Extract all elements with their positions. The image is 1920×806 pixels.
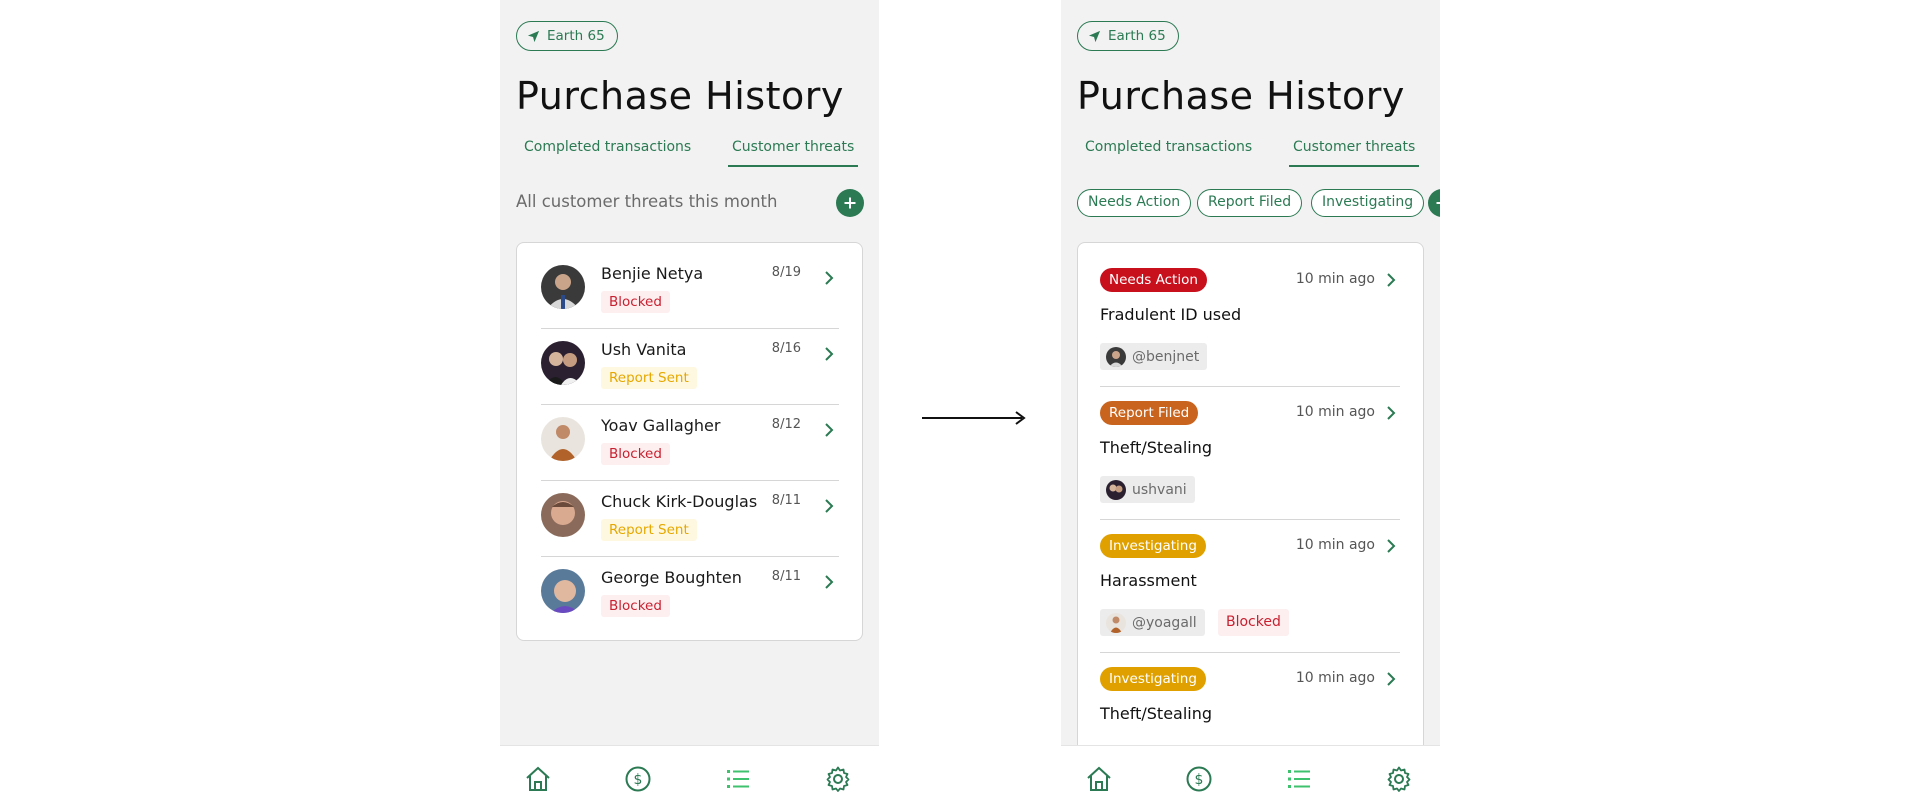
home-icon[interactable]	[524, 765, 552, 793]
incident-item[interactable]: Needs Action 10 min ago Fradulent ID use…	[1100, 243, 1400, 376]
tab-completed-transactions[interactable]: Completed transactions	[1085, 139, 1252, 165]
avatar	[1106, 612, 1126, 633]
incident-title: Harassment	[1100, 571, 1197, 590]
incident-title: Theft/Stealing	[1100, 704, 1213, 723]
incident-title: Fradulent ID used	[1100, 305, 1242, 324]
location-label: Earth 65	[547, 28, 605, 44]
status-badge: Report Filed	[1100, 401, 1199, 425]
incident-item[interactable]: Report Filed 10 min ago Theft/Stealing u…	[1100, 376, 1400, 509]
list-item[interactable]: George Boughten 8/11 Blocked	[541, 547, 839, 623]
username: @yoagall	[1132, 614, 1197, 631]
chevron-right-icon[interactable]	[1385, 272, 1397, 288]
avatar	[541, 265, 585, 309]
add-filter-button[interactable]	[1428, 189, 1440, 217]
page-title: Purchase History	[516, 74, 844, 118]
list-icon[interactable]	[1285, 765, 1313, 793]
username: ushvani	[1132, 481, 1187, 498]
status-badge: Needs Action	[1100, 268, 1207, 292]
add-threat-button[interactable]	[836, 189, 864, 217]
threats-list-card: Benjie Netya 8/19 Blocked Ush Vanita 8/1…	[516, 242, 863, 641]
user-chip[interactable]: ushvani	[1100, 476, 1195, 503]
dollar-icon[interactable]: $	[1185, 765, 1213, 793]
list-item[interactable]: Chuck Kirk-Douglas 8/11 Report Sent	[541, 471, 839, 547]
customer-name: Chuck Kirk-Douglas	[601, 492, 758, 511]
user-chip[interactable]: @benjnet	[1100, 343, 1208, 370]
list-icon[interactable]	[724, 765, 752, 793]
threat-date: 8/19	[771, 265, 801, 280]
avatar	[1106, 346, 1126, 367]
filter-report-filed[interactable]: Report Filed	[1197, 189, 1303, 217]
avatar	[1106, 479, 1126, 500]
status-badge: Investigating	[1100, 667, 1206, 691]
chevron-right-icon[interactable]	[1385, 538, 1397, 554]
screen-threats-list: Earth 65 Purchase History Completed tran…	[500, 0, 879, 806]
threat-date: 8/11	[771, 493, 801, 508]
plus-icon	[844, 197, 856, 209]
arrow-right-icon	[922, 411, 1026, 425]
location-chip[interactable]: Earth 65	[516, 21, 618, 51]
status-badge: Blocked	[601, 291, 670, 313]
status-badge: Blocked	[601, 443, 670, 465]
chevron-right-icon[interactable]	[823, 270, 835, 286]
location-label: Earth 65	[1108, 28, 1166, 44]
status-badge: Report Sent	[601, 367, 697, 389]
filter-investigating[interactable]: Investigating	[1311, 189, 1425, 217]
section-subtitle: All customer threats this month	[516, 192, 778, 211]
incident-time: 10 min ago	[1295, 404, 1375, 420]
gear-icon[interactable]	[824, 765, 852, 793]
customer-name: Benjie Netya	[601, 264, 704, 283]
incidents-card: Needs Action 10 min ago Fradulent ID use…	[1077, 242, 1424, 806]
incident-time: 10 min ago	[1295, 670, 1375, 686]
incident-item[interactable]: Investigating 10 min ago Harassment @yoa…	[1100, 509, 1400, 642]
bottom-nav: $	[500, 745, 879, 806]
chevron-right-icon[interactable]	[823, 498, 835, 514]
location-arrow-icon	[527, 30, 540, 42]
status-badge: Report Sent	[601, 519, 697, 541]
location-arrow-icon	[1088, 30, 1101, 42]
chevron-right-icon[interactable]	[823, 346, 835, 362]
svg-text:$: $	[634, 772, 643, 788]
gear-icon[interactable]	[1385, 765, 1413, 793]
blocked-badge: Blocked	[1218, 609, 1289, 636]
threat-date: 8/11	[771, 569, 801, 584]
page-title: Purchase History	[1077, 74, 1405, 118]
threat-date: 8/16	[771, 341, 801, 356]
chevron-right-icon[interactable]	[1385, 671, 1397, 687]
username: @benjnet	[1132, 348, 1200, 365]
tab-customer-threats[interactable]: Customer threats	[728, 139, 859, 167]
incident-title: Theft/Stealing	[1100, 438, 1213, 457]
list-item[interactable]: Yoav Gallagher 8/12 Blocked	[541, 395, 839, 471]
chevron-right-icon[interactable]	[1385, 405, 1397, 421]
customer-name: Ush Vanita	[601, 340, 687, 359]
incident-time: 10 min ago	[1295, 271, 1375, 287]
bottom-nav: $	[1061, 745, 1440, 806]
tab-customer-threats[interactable]: Customer threats	[1289, 139, 1420, 167]
customer-name: George Boughten	[601, 568, 742, 587]
chevron-right-icon[interactable]	[823, 574, 835, 590]
filter-needs-action[interactable]: Needs Action	[1077, 189, 1192, 217]
svg-text:$: $	[1195, 772, 1204, 788]
list-item[interactable]: Benjie Netya 8/19 Blocked	[541, 243, 839, 319]
user-chip[interactable]: @yoagall	[1100, 609, 1205, 636]
dollar-icon[interactable]: $	[624, 765, 652, 793]
location-chip[interactable]: Earth 65	[1077, 21, 1179, 51]
list-item[interactable]: Ush Vanita 8/16 Report Sent	[541, 319, 839, 395]
screen-threat-incidents: Earth 65 Purchase History Completed tran…	[1061, 0, 1440, 806]
avatar	[541, 341, 585, 385]
avatar	[541, 417, 585, 461]
status-badge: Blocked	[601, 595, 670, 617]
plus-icon	[1436, 202, 1440, 204]
avatar	[541, 569, 585, 613]
home-icon[interactable]	[1085, 765, 1113, 793]
avatar	[541, 493, 585, 537]
threat-date: 8/12	[771, 417, 801, 432]
status-badge: Investigating	[1100, 534, 1206, 558]
chevron-right-icon[interactable]	[823, 422, 835, 438]
tab-completed-transactions[interactable]: Completed transactions	[524, 139, 691, 165]
customer-name: Yoav Gallagher	[601, 416, 721, 435]
incident-time: 10 min ago	[1295, 537, 1375, 553]
